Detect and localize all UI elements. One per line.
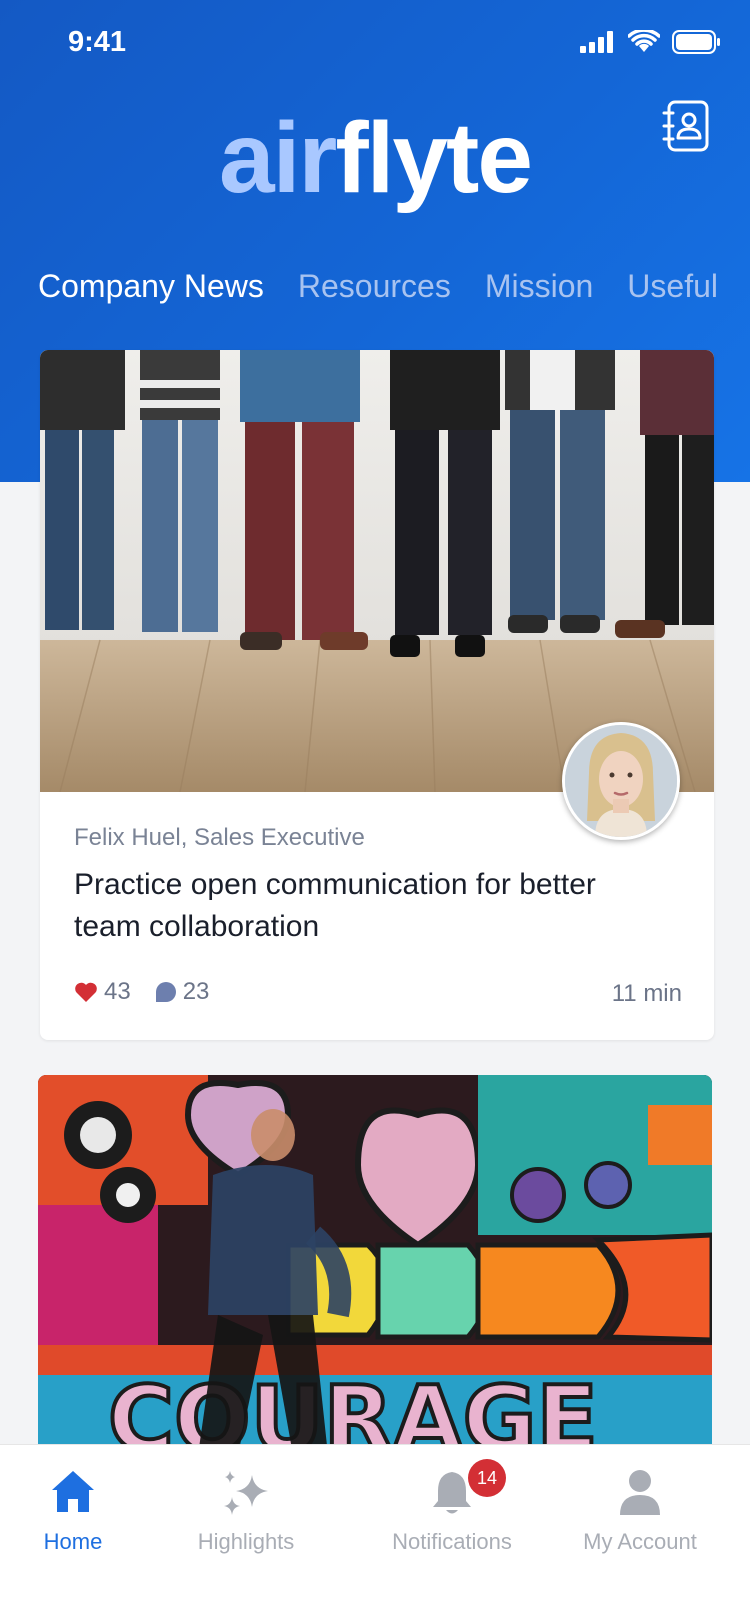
nav-my-account[interactable]: My Account <box>570 1445 710 1565</box>
tab-useful[interactable]: Useful <box>627 268 718 305</box>
read-time: 11 min <box>611 980 682 1007</box>
logo-text-air: air <box>219 102 337 214</box>
status-bar: 9:41 <box>0 0 750 90</box>
graffiti-wall-image: COURAGE <box>38 1075 712 1455</box>
author-avatar[interactable] <box>562 722 680 840</box>
notifications-badge: 14 <box>468 1459 506 1497</box>
author-name: Felix Huel, Sales Executive <box>74 824 365 851</box>
nav-home[interactable]: Home <box>18 1445 128 1565</box>
battery-icon <box>672 30 720 54</box>
logo-text-flyte: flyte <box>335 102 533 214</box>
sparkle-icon <box>224 1471 268 1515</box>
home-icon <box>52 1471 94 1512</box>
svg-text:COURAGE: COURAGE <box>108 1367 598 1455</box>
article-stats: 43 23 <box>74 978 233 1006</box>
comments-button[interactable]: 23 <box>155 978 210 1006</box>
nav-highlights-label: Highlights <box>197 1529 295 1554</box>
news-card-2[interactable]: COURAGE <box>38 1075 712 1455</box>
tab-resources[interactable]: Resources <box>298 268 451 305</box>
likes-button[interactable]: 43 <box>74 978 131 1006</box>
signal-icon <box>580 31 613 53</box>
wifi-icon <box>628 30 660 52</box>
app-logo: airflyte <box>0 108 750 208</box>
nav-notifications[interactable]: 14 Notifications <box>370 1445 534 1565</box>
news-card[interactable]: Felix Huel, Sales Executive Practice ope… <box>40 350 714 1040</box>
nav-notifications-label: Notifications <box>392 1529 512 1554</box>
comment-bubble-icon <box>155 982 176 1002</box>
nav-highlights[interactable]: Highlights <box>184 1445 308 1565</box>
nav-home-label: Home <box>43 1529 103 1554</box>
status-time: 9:41 <box>68 26 127 58</box>
tab-mission[interactable]: Mission <box>485 268 593 305</box>
nav-my-account-label: My Account <box>583 1529 697 1554</box>
article-title[interactable]: Practice open communication for better t… <box>74 864 654 948</box>
comments-count: 23 <box>182 978 210 1005</box>
category-tabs: Company News Resources Mission Useful <box>38 268 750 320</box>
bottom-navigation: Home Highlights 14 Notifications My Acco… <box>0 1444 750 1615</box>
heart-icon <box>75 982 97 1002</box>
tab-company-news[interactable]: Company News <box>38 268 264 305</box>
likes-count: 43 <box>104 978 131 1005</box>
user-icon <box>620 1470 660 1515</box>
